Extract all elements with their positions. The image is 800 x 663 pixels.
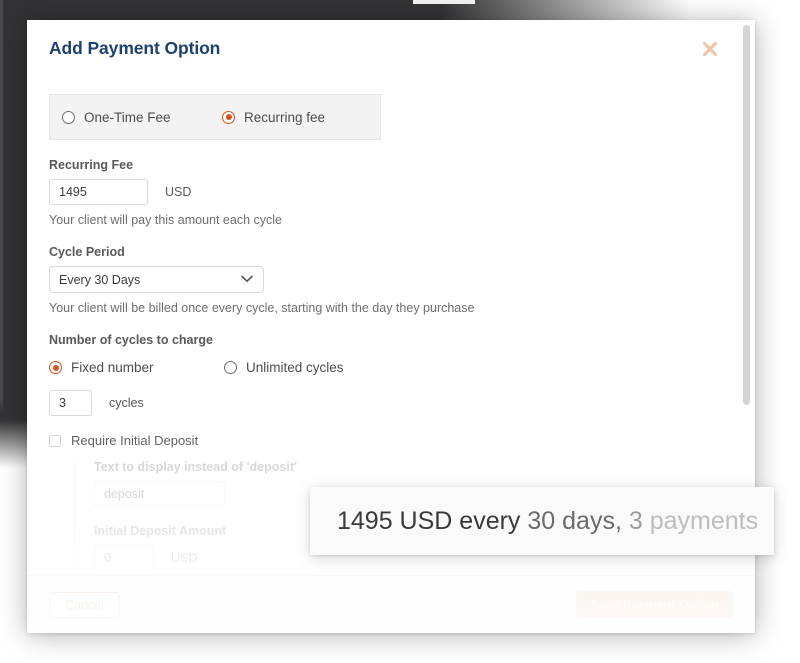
recurring-fee-row: USD: [49, 179, 733, 205]
save-payment-option-button[interactable]: Save Payment Option: [576, 591, 733, 618]
close-icon: [702, 41, 718, 57]
cycle-period-select[interactable]: Every 7 DaysEvery 14 DaysEvery 30 DaysEv…: [49, 266, 264, 293]
recurring-fee-label: Recurring Fee: [49, 158, 134, 172]
summary-part-3: 3: [621, 506, 643, 535]
radio-unlimited-cycles[interactable]: Unlimited cycles: [224, 360, 344, 375]
radio-recurring-fee[interactable]: Recurring fee: [222, 110, 325, 125]
cycle-period-help-text: Your client will be billed once every cy…: [49, 301, 475, 315]
cancel-button[interactable]: Cancel: [49, 591, 120, 618]
page-title: Add Payment Option: [49, 38, 221, 58]
summary-part-2: 30 days,: [520, 506, 622, 535]
deposit-currency-label: USD: [171, 551, 198, 565]
modal-header: Add Payment Option: [27, 20, 755, 82]
cycles-count-input[interactable]: [49, 390, 92, 416]
close-button[interactable]: [699, 36, 725, 62]
cycle-period-select-wrapper: Every 7 DaysEvery 14 DaysEvery 30 DaysEv…: [49, 266, 264, 293]
radio-mark-fixed-number: [49, 361, 62, 374]
fee-type-selector: One-Time Fee Recurring fee: [49, 94, 381, 140]
modal-footer: Cancel Save Payment Option: [27, 575, 755, 633]
recurring-fee-currency-label: USD: [165, 185, 192, 199]
radio-label-one-time-fee: One-Time Fee: [84, 109, 171, 125]
backdrop-top-notch: [413, 0, 475, 4]
radio-mark-unlimited-cycles: [224, 361, 237, 374]
recurring-fee-help-text: Your client will pay this amount each cy…: [49, 213, 282, 227]
recurring-fee-amount-input[interactable]: [49, 179, 148, 205]
radio-mark-one-time-fee: [62, 110, 75, 124]
cycles-mode-selector: Fixed number Unlimited cycles: [49, 360, 733, 375]
payment-summary-overlay: 1495 USD every 30 days, 3 payments: [310, 487, 774, 555]
radio-label-recurring-fee: Recurring fee: [244, 109, 326, 125]
summary-part-1: 1495 USD every: [337, 506, 521, 535]
radio-label-unlimited-cycles: Unlimited cycles: [246, 360, 344, 375]
require-initial-deposit-checkbox[interactable]: Require Initial Deposit: [49, 433, 733, 448]
deposit-text-label: Text to display instead of 'deposit': [94, 460, 297, 474]
backdrop-left-strip: [0, 0, 27, 470]
modal-scrollbar-thumb[interactable]: [743, 25, 750, 405]
deposit-text-input[interactable]: [94, 481, 225, 507]
radio-one-time-fee[interactable]: One-Time Fee: [62, 110, 222, 125]
cycles-count-label: Number of cycles to charge: [49, 333, 213, 347]
deposit-amount-input[interactable]: [94, 545, 154, 571]
checkbox-mark-require-deposit: [49, 434, 61, 447]
cycle-period-label: Cycle Period: [49, 245, 125, 259]
radio-fixed-number[interactable]: Fixed number: [49, 360, 224, 375]
summary-part-4: payments: [642, 506, 759, 535]
radio-label-fixed-number: Fixed number: [71, 360, 154, 375]
payment-summary-text: 1495 USD every 30 days, 3 payments: [337, 507, 758, 536]
cycles-unit-label: cycles: [109, 396, 144, 410]
require-initial-deposit-label: Require Initial Deposit: [71, 433, 199, 448]
radio-mark-recurring-fee: [222, 110, 235, 124]
cycles-count-row: cycles: [49, 390, 733, 416]
backdrop-top-strip: [0, 0, 700, 20]
backdrop-left-edge-line: [0, 0, 3, 413]
